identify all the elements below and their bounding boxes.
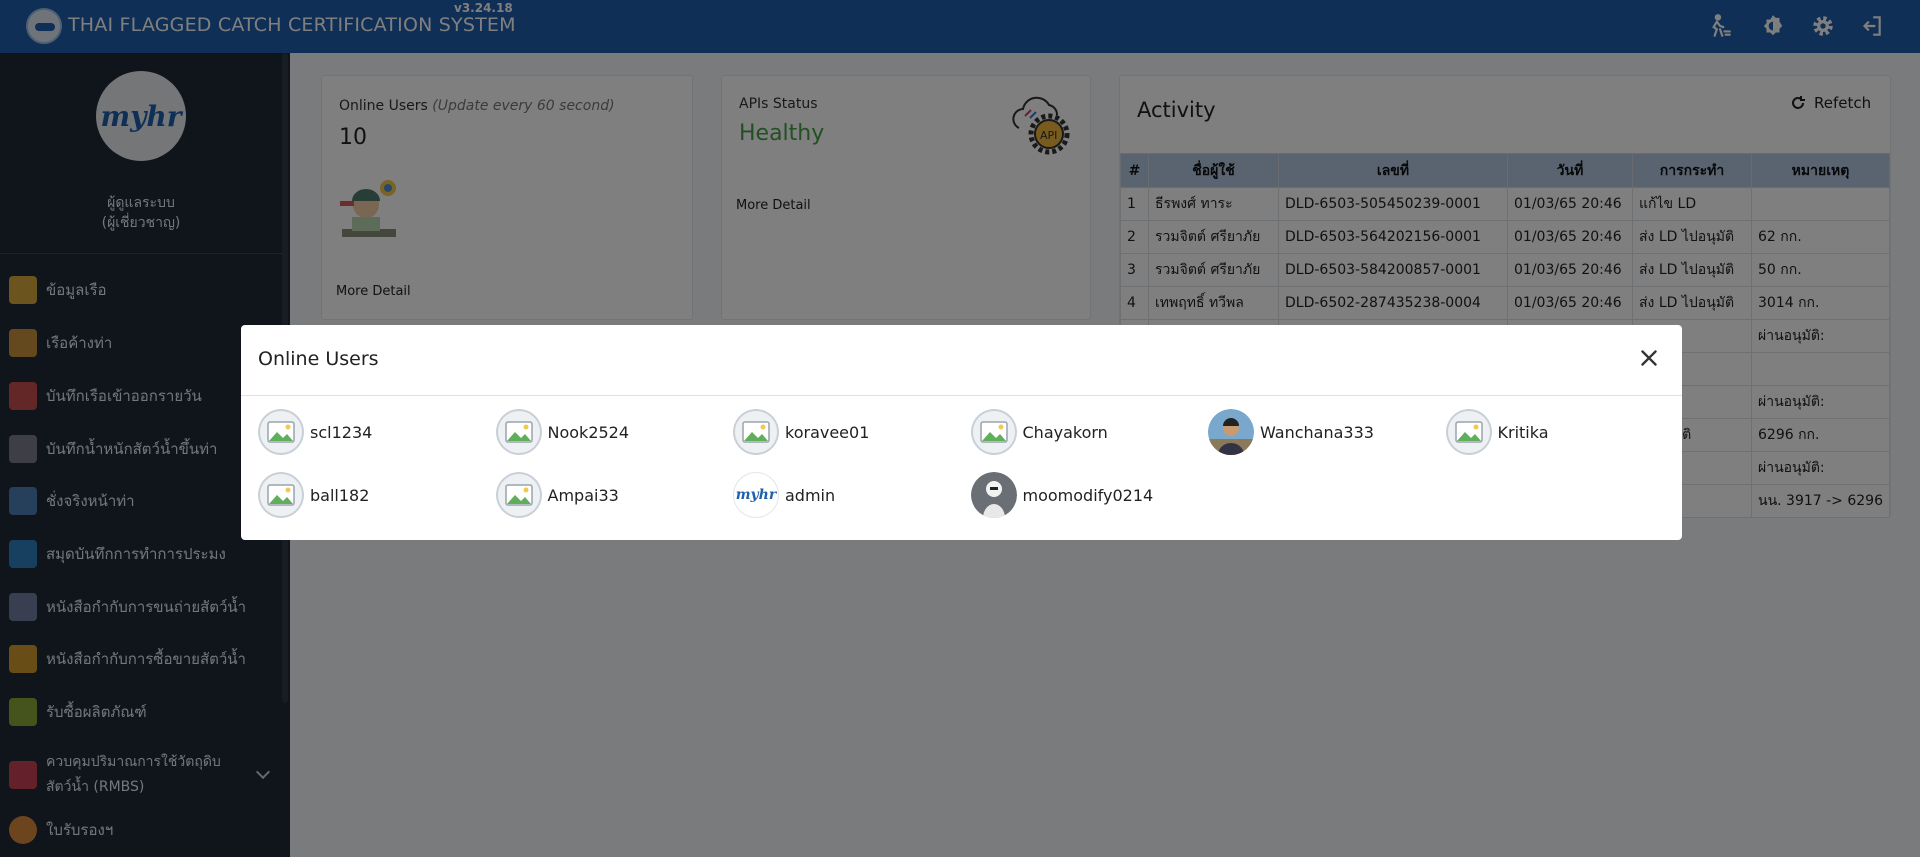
online-user-item[interactable]: Chayakorn <box>970 409 1108 455</box>
online-user-name: Chayakorn <box>1022 422 1108 442</box>
online-user-item[interactable]: koravee01 <box>733 409 869 455</box>
image-placeholder-icon <box>258 409 304 455</box>
online-user-name: Ampai33 <box>547 485 619 505</box>
online-user-item[interactable]: Ampai33 <box>495 472 619 518</box>
online-user-item[interactable]: myhr admin <box>733 472 835 518</box>
online-users-modal: Online Users scl1234 Nook2524 koravee01 Cha… <box>241 325 1682 540</box>
online-user-name: admin <box>785 485 836 505</box>
image-placeholder-icon <box>733 409 779 455</box>
online-user-item[interactable]: ball182 <box>258 472 369 518</box>
close-icon[interactable] <box>1636 345 1662 371</box>
online-user-name: ball182 <box>310 485 370 505</box>
modal-title: Online Users <box>258 348 379 370</box>
online-user-name: Nook2524 <box>547 422 630 442</box>
online-user-item[interactable]: moomodify0214 <box>970 472 1154 518</box>
online-user-item[interactable]: Nook2524 <box>495 409 630 455</box>
user-photo <box>1208 409 1254 455</box>
online-user-name: koravee01 <box>785 422 870 442</box>
modal-divider <box>241 395 1682 396</box>
online-user-name: scl1234 <box>310 422 373 442</box>
image-placeholder-icon <box>495 472 542 518</box>
online-user-item[interactable]: scl1234 <box>258 409 372 455</box>
online-user-item[interactable]: Kritika <box>1445 409 1549 455</box>
brand-logo: myhr <box>735 487 777 503</box>
online-user-name: moomodify0214 <box>1022 485 1154 505</box>
image-placeholder-icon <box>495 409 542 455</box>
online-user-item[interactable]: Wanchana333 <box>1208 409 1374 455</box>
avatar: myhr <box>733 472 779 518</box>
online-user-name: Kritika <box>1497 422 1549 442</box>
image-placeholder-icon <box>970 409 1017 455</box>
user-photo <box>970 472 1017 518</box>
image-placeholder-icon <box>258 472 304 518</box>
online-user-name: Wanchana333 <box>1260 422 1374 442</box>
image-placeholder-icon <box>1445 409 1492 455</box>
